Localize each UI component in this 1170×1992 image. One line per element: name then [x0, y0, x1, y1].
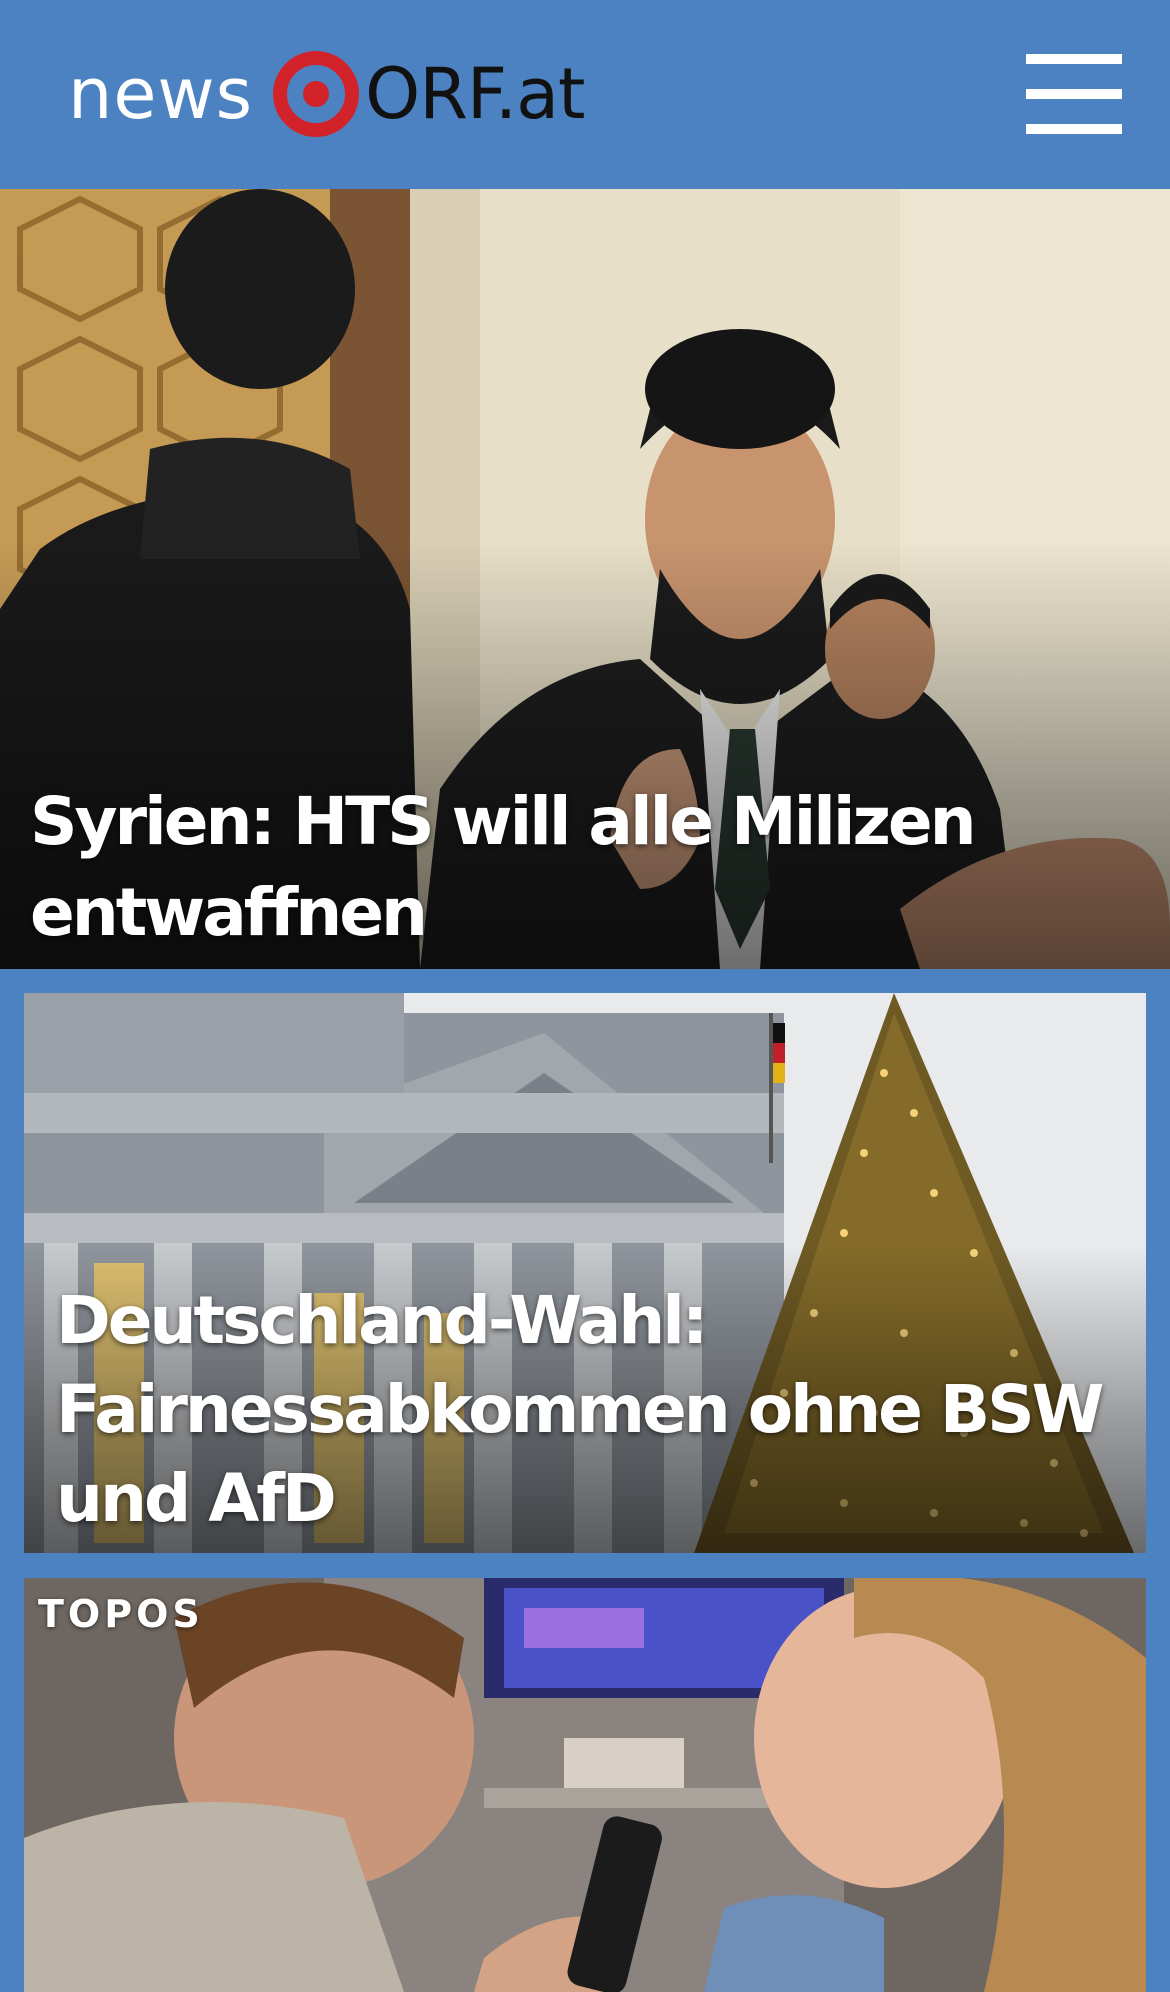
- logo-news-text: news: [68, 53, 254, 135]
- article-headline: Deutschland-Wahl: Fairnessabkommen ohne …: [56, 1282, 1104, 1537]
- logo-orf-text: ORF.at: [365, 53, 585, 135]
- menu-bar-middle: [1026, 89, 1122, 99]
- article-card-topos[interactable]: TOPOS: [24, 1578, 1146, 1992]
- menu-bar-top: [1026, 54, 1122, 64]
- menu-bar-bottom: [1026, 124, 1122, 134]
- hamburger-menu-icon[interactable]: [1026, 52, 1122, 136]
- article-image-couple-tv: [24, 1578, 1146, 1992]
- site-header: news ORF.at: [0, 0, 1170, 189]
- article-headline: Syrien: HTS will alle Milizen entwaffnen: [30, 783, 977, 951]
- article-card-syrien[interactable]: Syrien: HTS will alle Milizen entwaffnen: [0, 189, 1170, 969]
- news-orf-logo[interactable]: news ORF.at: [68, 51, 586, 137]
- orf-eye-logo-icon: [273, 51, 360, 137]
- article-card-deutschland-wahl[interactable]: Deutschland-Wahl: Fairnessabkommen ohne …: [24, 993, 1146, 1553]
- section-label-topos: TOPOS: [38, 1592, 204, 1636]
